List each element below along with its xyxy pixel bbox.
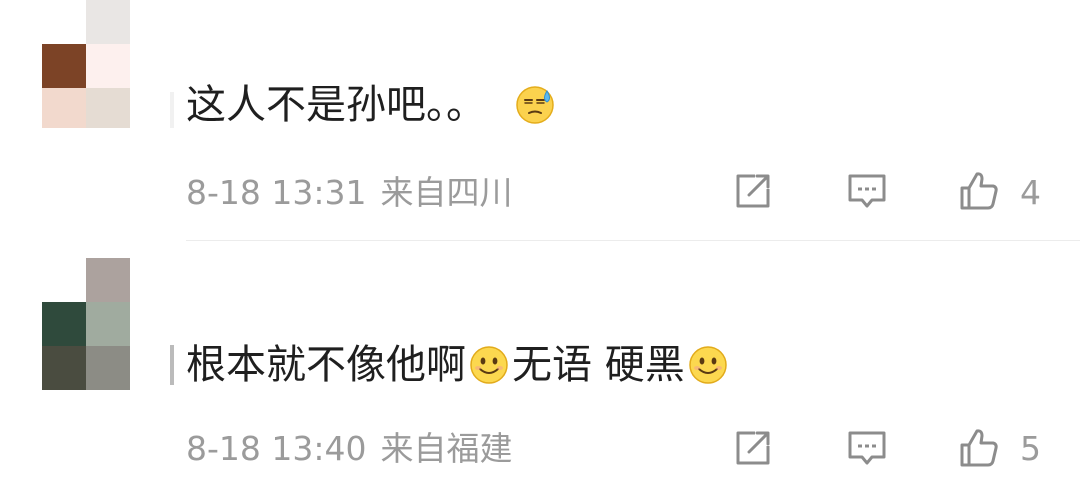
avatar[interactable] (42, 258, 174, 390)
avatar-pixel (86, 302, 130, 346)
avatar-pixel (42, 0, 86, 44)
avatar-pixel (42, 346, 86, 390)
avatar-pixel (42, 44, 86, 88)
comment-time: 8-18 13:31 (186, 173, 367, 212)
share-button[interactable] (728, 423, 778, 473)
comment-text-part: 这人不是孙吧。。 (186, 82, 486, 128)
reply-icon (848, 174, 886, 208)
avatar-pixel (42, 88, 86, 128)
like-count: 5 (1020, 429, 1041, 468)
share-icon (736, 174, 770, 208)
avatar-pixel (86, 44, 130, 88)
comment-meta: 8-18 13:31 来自四川 (186, 173, 513, 213)
reply-button[interactable] (842, 423, 892, 473)
like-button[interactable] (954, 423, 1004, 473)
quote-marker (170, 92, 174, 128)
share-icon (736, 431, 770, 465)
comment-text-part: 根本就不像他啊 (186, 342, 466, 388)
avatar[interactable] (42, 0, 174, 132)
comment-location: 来自四川 (380, 173, 513, 212)
avatar-pixel (86, 88, 130, 128)
quote-marker (170, 345, 174, 385)
comment-text: 这人不是孙吧。。 (186, 80, 558, 130)
smile-emoji-icon (687, 344, 729, 386)
reply-button[interactable] (842, 166, 892, 216)
like-count: 4 (1020, 173, 1041, 212)
comment-time: 8-18 13:40 (186, 429, 367, 468)
avatar-pixel (86, 346, 130, 390)
reply-icon (848, 431, 886, 465)
comment-item: 这人不是孙吧。。 8-18 13:31 来自四川 4 (0, 0, 1080, 240)
smile-emoji-icon (468, 344, 510, 386)
avatar-pixel (42, 258, 86, 302)
like-button[interactable] (954, 166, 1004, 216)
share-button[interactable] (728, 166, 778, 216)
like-icon (960, 429, 998, 467)
comment-meta: 8-18 13:40 来自福建 (186, 429, 513, 469)
sweat-emoji-icon (514, 84, 556, 126)
like-icon (960, 172, 998, 210)
comment-item: 根本就不像他啊 无语 硬黑 8-18 13:40 来自福建 5 (0, 241, 1080, 492)
avatar-pixel (86, 0, 130, 44)
avatar-pixel (42, 302, 86, 346)
comment-text-part: 无语 硬黑 (512, 342, 685, 388)
comment-location: 来自福建 (380, 429, 513, 468)
avatar-pixel (86, 258, 130, 302)
comment-text: 根本就不像他啊 无语 硬黑 (186, 340, 731, 390)
